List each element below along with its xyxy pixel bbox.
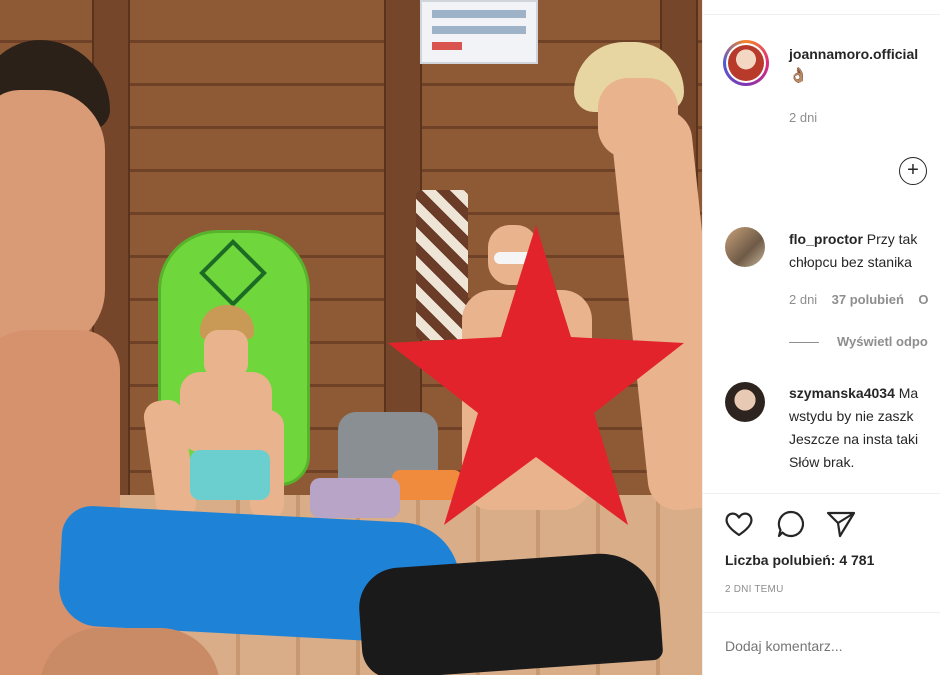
add-comment-input[interactable] bbox=[725, 638, 935, 654]
sidebar-top-border bbox=[703, 0, 940, 15]
comment-text: wstydu by nie zaszk bbox=[789, 408, 914, 424]
caption-emoji: 👌🏽 bbox=[789, 67, 808, 84]
black-towel bbox=[356, 549, 664, 675]
comment-text: Jeszcze na insta taki bbox=[789, 431, 919, 447]
man-face bbox=[0, 90, 105, 350]
comment-text: chłopcu bez stanika bbox=[789, 254, 912, 270]
caption-time[interactable]: 2 dni bbox=[789, 110, 817, 125]
comment-1: flo_proctor Przy tak chłopcu bez stanika bbox=[789, 228, 940, 274]
comment-username[interactable]: flo_proctor bbox=[789, 231, 863, 247]
plus-circle-icon[interactable]: + bbox=[899, 157, 927, 185]
commenter-avatar[interactable] bbox=[725, 382, 765, 422]
red-star-overlay bbox=[388, 225, 684, 525]
child-shorts bbox=[190, 450, 270, 500]
comment-time[interactable]: 2 dni bbox=[789, 292, 817, 307]
comment-2: szymanska4034 Ma wstydu by nie zaszk Jes… bbox=[789, 382, 940, 474]
comment-text: Przy tak bbox=[866, 231, 918, 247]
commenter-avatar[interactable] bbox=[725, 227, 765, 267]
paper-plane-icon[interactable] bbox=[825, 508, 857, 540]
heart-icon[interactable] bbox=[723, 508, 755, 540]
comment-text: Ma bbox=[898, 385, 919, 401]
child-face bbox=[204, 330, 248, 378]
reply-button[interactable]: O bbox=[918, 292, 928, 307]
post-date[interactable]: 2 DNI TEMU bbox=[725, 584, 784, 595]
replies-dash bbox=[789, 342, 819, 344]
star-shape bbox=[388, 225, 684, 525]
post-photo[interactable] bbox=[0, 0, 702, 675]
comment-username[interactable]: szymanska4034 bbox=[789, 385, 895, 401]
board-logo-icon bbox=[199, 239, 267, 307]
wall-sign bbox=[420, 0, 538, 64]
section-divider bbox=[703, 612, 940, 613]
view-replies-label: Wyświetl odpo bbox=[837, 334, 928, 349]
comment-likes[interactable]: 37 polubień bbox=[832, 292, 904, 307]
section-divider bbox=[703, 493, 940, 494]
author-avatar[interactable] bbox=[723, 40, 769, 86]
comment-meta: 2 dni 37 polubień O bbox=[789, 292, 928, 307]
clothes-pile bbox=[310, 478, 400, 518]
post-sidebar: joannamoro.official 👌🏽 2 dni + flo_proct… bbox=[702, 0, 940, 675]
comment-bubble-icon[interactable] bbox=[775, 508, 807, 540]
comment-text: Słów brak. bbox=[789, 454, 855, 470]
likes-count[interactable]: Liczba polubień: 4 781 bbox=[725, 552, 874, 568]
view-replies-button[interactable]: Wyświetl odpo bbox=[789, 334, 928, 349]
author-username[interactable]: joannamoro.official bbox=[789, 46, 918, 62]
